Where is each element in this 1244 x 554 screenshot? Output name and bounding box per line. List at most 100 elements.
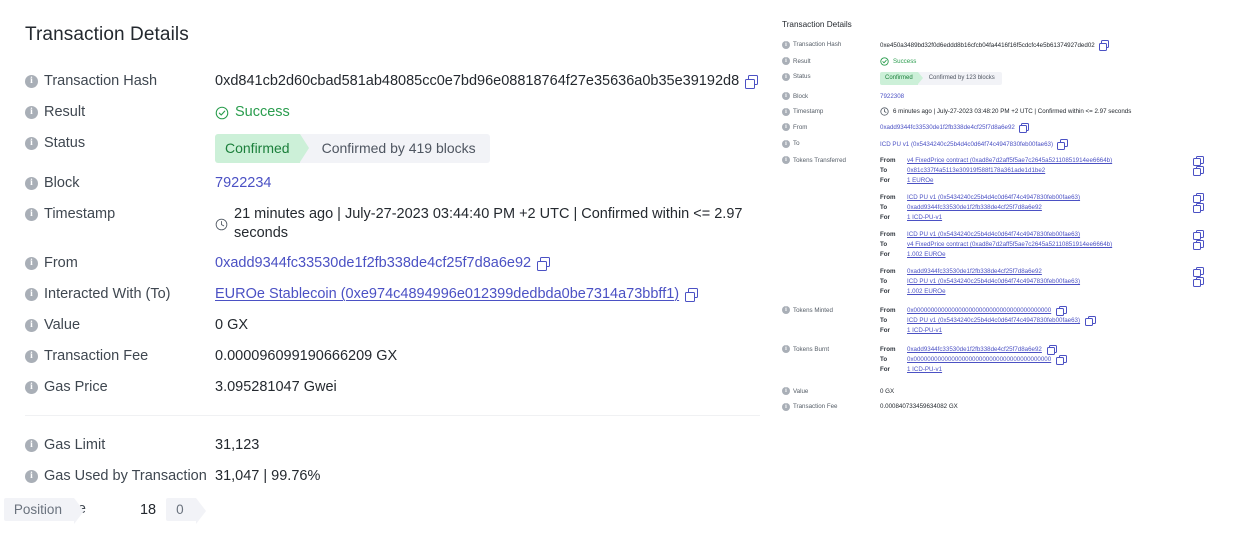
label-text: Timestamp [44,206,116,222]
mini-value-block: 7922308 [880,92,904,101]
mini-label-from: i From [776,123,880,132]
info-icon[interactable]: i [782,92,790,100]
token-from-value[interactable]: ICD PU v1 (0x5434240c25b4d4c0d64f74c4947… [907,193,1080,202]
copy-icon[interactable] [1085,315,1096,326]
label-text: From [793,123,808,131]
mini-status-badge: Confirmed [880,72,923,85]
info-icon[interactable]: i [25,257,38,270]
token-from-value[interactable]: 0xadd9344fc33530de1f2fb338de4cf25f7d8a6e… [907,267,1042,276]
token-from-value[interactable]: ICD PU v1 (0x5434240c25b4d4c0d64f74c4947… [907,230,1080,239]
token-for-value[interactable]: 1 ICD-PU-v1 [907,213,942,222]
copy-icon[interactable] [1193,239,1204,250]
mini-row-transaction-fee: i Transaction Fee 0.000840733459634082 G… [776,402,1232,411]
copy-icon[interactable] [1193,155,1204,166]
token-for-value[interactable]: 1.002 EUROe [907,287,946,296]
copy-icon[interactable] [1056,354,1067,365]
value-status: Confirmed Confirmed by 419 blocks [215,134,490,163]
info-icon[interactable]: i [25,439,38,452]
info-icon[interactable]: i [782,345,790,353]
mini-label-timestamp: i Timestamp [776,107,880,116]
copy-icon[interactable] [685,288,699,302]
info-icon[interactable]: i [25,319,38,332]
token-to-line: To ICD PU v1 (0x5434240c25b4d4c0d64f74c4… [880,276,1204,287]
token-to-value[interactable]: 0x81c337f4a5113e30919f588f178a361ade1d1b… [907,166,1045,175]
info-icon[interactable]: i [25,137,38,150]
tokens-transferred-list: From v4 FixedPrice contract (0xad8e7d2af… [880,155,1204,302]
row-from: i From 0xadd9344fc33530de1f2fb338de4cf25… [25,254,760,274]
info-icon[interactable]: i [782,72,790,81]
info-icon[interactable]: i [782,139,790,148]
info-icon[interactable]: i [782,40,790,49]
status-badge-group: Confirmed Confirmed by 419 blocks [215,134,490,163]
token-for-key: For [880,365,890,373]
copy-icon[interactable] [1046,344,1058,355]
token-for-key: For [880,176,890,184]
token-for-value[interactable]: 1 ICD-PU-v1 [907,365,942,374]
info-icon[interactable]: i [25,350,38,363]
from-address-link[interactable]: 0xadd9344fc33530de1f2fb338de4cf25f7d8a6e… [215,254,531,273]
block-number-link[interactable]: 7922234 [215,174,271,193]
label-text: Tokens Transferred [793,156,846,164]
info-icon[interactable]: i [782,306,790,314]
copy-icon[interactable] [1056,305,1067,316]
value-transaction-fee: 0.000096099190666209 GX [215,348,398,364]
info-icon[interactable]: i [782,387,790,395]
mini-from-address-link[interactable]: 0xadd9344fc33530de1f2fb338de4cf25f7d8a6e… [880,123,1015,132]
token-to-value[interactable]: ICD PU v1 (0x5434240c25b4d4c0d64f74c4947… [907,316,1080,325]
token-to-value[interactable]: ICD PU v1 (0x5434240c25b4d4c0d64f74c4947… [907,277,1080,286]
copy-icon[interactable] [1098,40,1110,51]
token-to-value[interactable]: v4 FixedPrice contract (0xad8e7d2aff5f5a… [907,240,1112,249]
copy-icon[interactable] [745,75,759,89]
token-from-line: From 0xadd9344fc33530de1f2fb338de4cf25f7… [880,266,1204,277]
token-from-value[interactable]: v4 FixedPrice contract (0xad8e7d2aff5f5a… [907,156,1112,165]
token-from-value[interactable]: 0x00000000000000000000000000000000000000… [907,306,1051,315]
token-for-value[interactable]: 1 ICD-PU-v1 [907,326,942,335]
copy-icon[interactable] [1018,122,1030,133]
token-for-line: For 1 ICD-PU-v1 [880,365,1202,374]
token-burn-group: From 0xadd9344fc33530de1f2fb338de4cf25f7… [880,344,1202,374]
copy-icon[interactable] [537,257,551,271]
info-icon[interactable]: i [25,75,38,88]
mini-value-result: Success [880,56,916,66]
token-to-line: To 0x81c337f4a5113e30919f588f178a361ade1… [880,165,1204,176]
token-for-value[interactable]: 1 EUROe [907,176,933,185]
label-text: Tokens Minted [793,306,833,314]
token-from-value[interactable]: 0xadd9344fc33530de1f2fb338de4cf25f7d8a6e… [907,345,1042,354]
info-icon[interactable]: i [782,402,790,411]
copy-icon[interactable] [1193,229,1204,240]
mini-value-timestamp: 6 minutes ago | July-27-2023 03:48:20 PM… [880,107,1131,116]
info-icon[interactable]: i [25,470,38,483]
clock-icon [215,218,228,231]
info-icon[interactable]: i [25,177,38,190]
token-for-key: For [880,326,890,334]
info-icon[interactable]: i [25,106,38,119]
right-transaction-panel: Transaction Details i Transaction Hash 0… [770,0,1244,554]
token-to-value[interactable]: 0xadd9344fc33530de1f2fb338de4cf25f7d8a6e… [907,203,1042,212]
mini-label-value: i Value [776,387,880,396]
token-for-value[interactable]: 1.002 EUROe [907,250,946,259]
row-transaction-fee: i Transaction Fee 0.000096099190666209 G… [25,347,760,367]
token-for-line: For 1.002 EUROe [880,250,1202,259]
copy-icon[interactable] [1193,165,1204,176]
copy-icon[interactable] [1193,266,1204,277]
mini-to-address-link[interactable]: ICD PU v1 (0x5434240c25b4d4c0d64f74c4947… [880,140,1053,149]
label-text: Block [793,92,809,100]
info-icon[interactable]: i [782,123,790,131]
token-to-key: To [880,317,888,324]
token-to-value[interactable]: 0x00000000000000000000000000000000000000… [907,355,1051,364]
to-contract-link[interactable]: EUROe Stablecoin (0xe974c4894996e012399d… [215,285,679,304]
label-transaction-hash: i Transaction Hash [25,72,215,91]
info-icon[interactable]: i [25,381,38,394]
copy-icon[interactable] [1193,202,1204,213]
mini-block-number-link[interactable]: 7922308 [880,92,904,101]
copy-icon[interactable] [1193,192,1204,203]
info-icon[interactable]: i [782,57,790,65]
copy-icon[interactable] [1193,276,1204,287]
mini-value-to: ICD PU v1 (0x5434240c25b4d4c0d64f74c4947… [880,139,1068,150]
info-icon[interactable]: i [782,156,790,164]
copy-icon[interactable] [1057,139,1068,150]
info-icon[interactable]: i [25,288,38,301]
info-icon[interactable]: i [25,208,38,221]
mini-row-status: i Status Confirmed Confirmed by 123 bloc… [776,72,1232,85]
info-icon[interactable]: i [782,107,790,116]
